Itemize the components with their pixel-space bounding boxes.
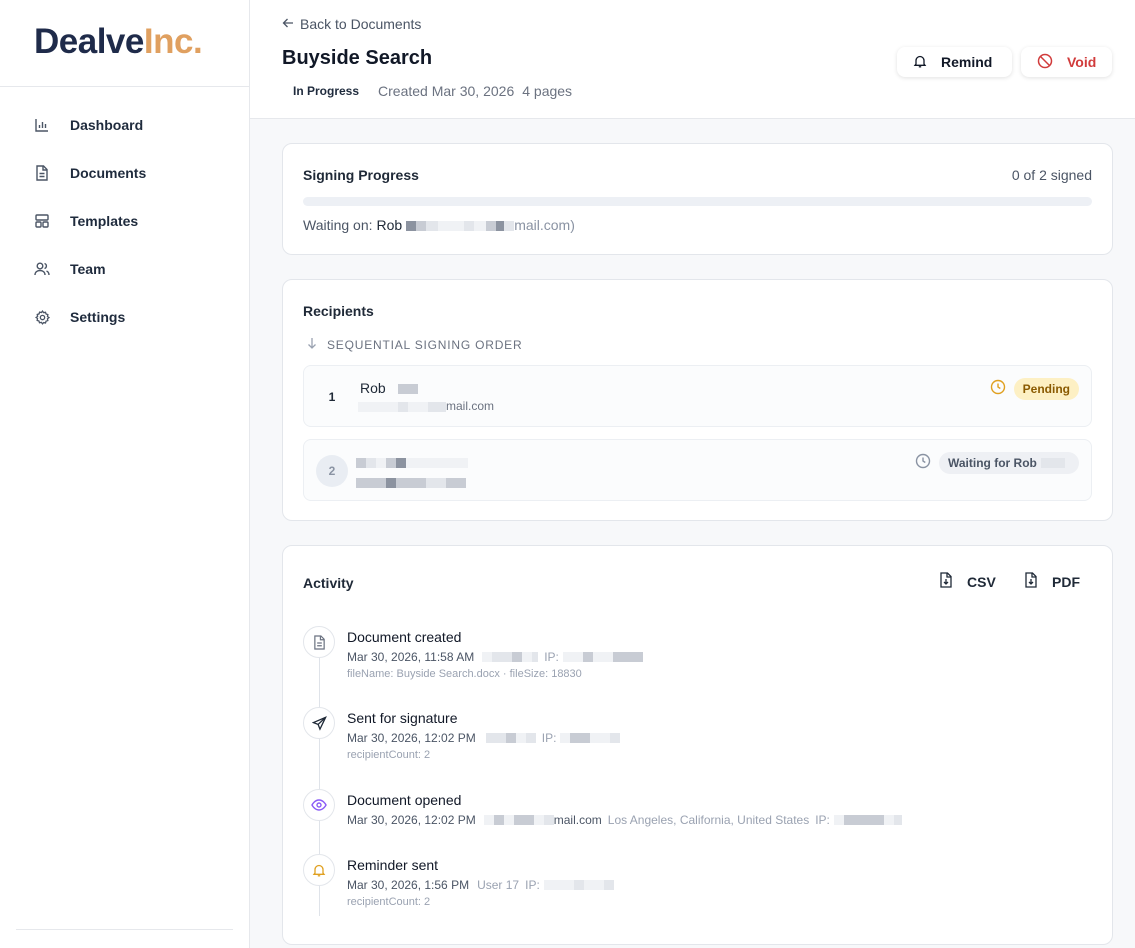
recipient-email: mail.com	[358, 399, 494, 413]
page-title: Buyside Search	[282, 47, 433, 69]
activity-title: Activity	[303, 575, 354, 591]
event-detail: recipientCount: 2	[347, 896, 431, 908]
waiting-prefix: Waiting on:	[303, 217, 373, 233]
status-badge: Pending	[1013, 378, 1079, 400]
file-download-icon	[939, 572, 953, 591]
bar-chart-icon	[34, 117, 50, 133]
sidebar-nav: Dashboard Documents Templates Team Setti…	[0, 101, 249, 341]
event-title: Document created	[347, 629, 462, 645]
recipient-status: Pending	[990, 378, 1079, 400]
sidebar-item-team[interactable]: Team	[0, 245, 249, 293]
signing-order-text: SEQUENTIAL SIGNING ORDER	[327, 337, 523, 352]
recipient-number: 1	[328, 390, 336, 404]
signing-progress-card: Signing Progress 0 of 2 signed Waiting o…	[282, 143, 1113, 255]
sidebar-divider	[0, 86, 249, 87]
event-meta: Mar 30, 2026, 1:56 PM User 17 IP:	[347, 878, 614, 892]
sidebar-bottom-divider	[16, 929, 233, 930]
users-icon	[34, 261, 50, 277]
sidebar-item-documents[interactable]: Documents	[0, 149, 249, 197]
waiting-on-text: Waiting on: Rob mail.com)	[303, 217, 575, 233]
event-ip-label: IP:	[525, 878, 540, 892]
event-user: User 17	[477, 878, 520, 892]
recipient-number: 2	[316, 455, 348, 487]
recipients-title: Recipients	[303, 303, 374, 319]
document-icon	[34, 165, 50, 181]
event-time: Mar 30, 2026, 11:58 AM	[347, 650, 475, 664]
event-detail: recipientCount: 2	[347, 749, 431, 761]
export-pdf-label: PDF	[1052, 573, 1080, 590]
status-badge: Waiting for Rob	[939, 452, 1079, 474]
activity-card: Activity CSV PDF Document created Mar 30…	[282, 545, 1113, 945]
sidebar-item-settings[interactable]: Settings	[0, 293, 249, 341]
export-pdf-button[interactable]: PDF	[1024, 572, 1080, 591]
event-location: Los Angeles, California, United States	[607, 813, 810, 827]
ban-icon	[1037, 53, 1053, 72]
event-ip-label: IP:	[541, 731, 557, 745]
event-time: Mar 30, 2026, 1:56 PM	[347, 878, 470, 892]
sidebar-item-label: Documents	[70, 165, 147, 181]
document-icon	[303, 626, 335, 658]
file-download-icon	[1024, 572, 1038, 591]
send-icon	[303, 707, 335, 739]
event-email: mail.com	[553, 813, 602, 827]
sidebar-item-dashboard[interactable]: Dashboard	[0, 101, 249, 149]
status-badge: In Progress	[293, 84, 360, 98]
event-time: Mar 30, 2026, 12:02 PM	[347, 813, 476, 827]
event-ip-label: IP:	[815, 813, 830, 827]
recipient-row[interactable]: 2 Waiting for Rob	[303, 439, 1092, 501]
remind-button[interactable]: Remind	[897, 47, 1012, 77]
brand-name-part2: Inc.	[143, 22, 203, 61]
arrow-down-icon	[307, 337, 317, 352]
sidebar-item-label: Settings	[70, 309, 126, 325]
signing-progress-title: Signing Progress	[303, 167, 419, 183]
back-link[interactable]: Back to Documents	[282, 16, 421, 32]
recipient-name: Rob	[360, 380, 418, 396]
sidebar-item-label: Templates	[70, 213, 139, 229]
progress-bar	[303, 197, 1092, 206]
event-title: Document opened	[347, 792, 462, 808]
recipient-status: Waiting for Rob	[915, 452, 1079, 474]
gear-icon	[34, 309, 50, 325]
void-button[interactable]: Void	[1021, 47, 1112, 77]
bell-icon	[303, 854, 335, 886]
recipient-email	[356, 475, 466, 489]
redacted-text	[406, 217, 515, 233]
template-icon	[34, 213, 50, 229]
waiting-name: Rob	[376, 217, 403, 233]
recipient-name	[356, 454, 468, 470]
page-count: 4 pages	[522, 83, 573, 99]
event-title: Sent for signature	[347, 710, 458, 726]
brand-logo[interactable]: DealveInc.	[34, 22, 203, 62]
signing-order-label: SEQUENTIAL SIGNING ORDER	[307, 337, 522, 352]
event-detail: fileName: Buyside Search.docx · fileSize…	[347, 668, 582, 680]
bell-icon	[913, 54, 927, 71]
document-header: Back to Documents Buyside Search In Prog…	[250, 0, 1135, 119]
export-csv-button[interactable]: CSV	[939, 572, 996, 591]
sidebar-item-label: Dashboard	[70, 117, 144, 133]
clock-icon	[915, 453, 931, 474]
event-title: Reminder sent	[347, 857, 439, 873]
sidebar: DealveInc. Dashboard Documents Templates	[0, 0, 250, 948]
event-meta: Mar 30, 2026, 12:02 PM IP:	[347, 731, 621, 745]
sidebar-item-templates[interactable]: Templates	[0, 197, 249, 245]
clock-icon	[990, 379, 1006, 400]
export-csv-label: CSV	[967, 573, 996, 590]
event-time: Mar 30, 2026, 12:02 PM	[347, 731, 476, 745]
eye-icon	[303, 789, 335, 821]
signed-count: 0 of 2 signed	[1011, 167, 1092, 183]
remind-button-label: Remind	[941, 54, 993, 70]
waiting-email: mail.com)	[514, 217, 575, 233]
sidebar-item-label: Team	[70, 261, 106, 277]
event-meta: Mar 30, 2026, 11:58 AM IP:	[347, 650, 643, 664]
brand-name-part1: Dealve	[34, 22, 144, 61]
recipient-row[interactable]: 1 Rob mail.com Pending	[303, 365, 1092, 427]
document-meta: In Progress Created Mar 30, 2026 4 pages	[282, 83, 572, 99]
event-meta: Mar 30, 2026, 12:02 PM mail.com Los Ange…	[347, 813, 902, 827]
recipients-card: Recipients SEQUENTIAL SIGNING ORDER 1 Ro…	[282, 279, 1113, 521]
created-date: Created Mar 30, 2026	[378, 83, 515, 99]
arrow-left-icon	[282, 16, 294, 32]
back-link-label: Back to Documents	[300, 16, 422, 32]
event-ip-label: IP:	[544, 650, 559, 664]
void-button-label: Void	[1067, 54, 1097, 70]
